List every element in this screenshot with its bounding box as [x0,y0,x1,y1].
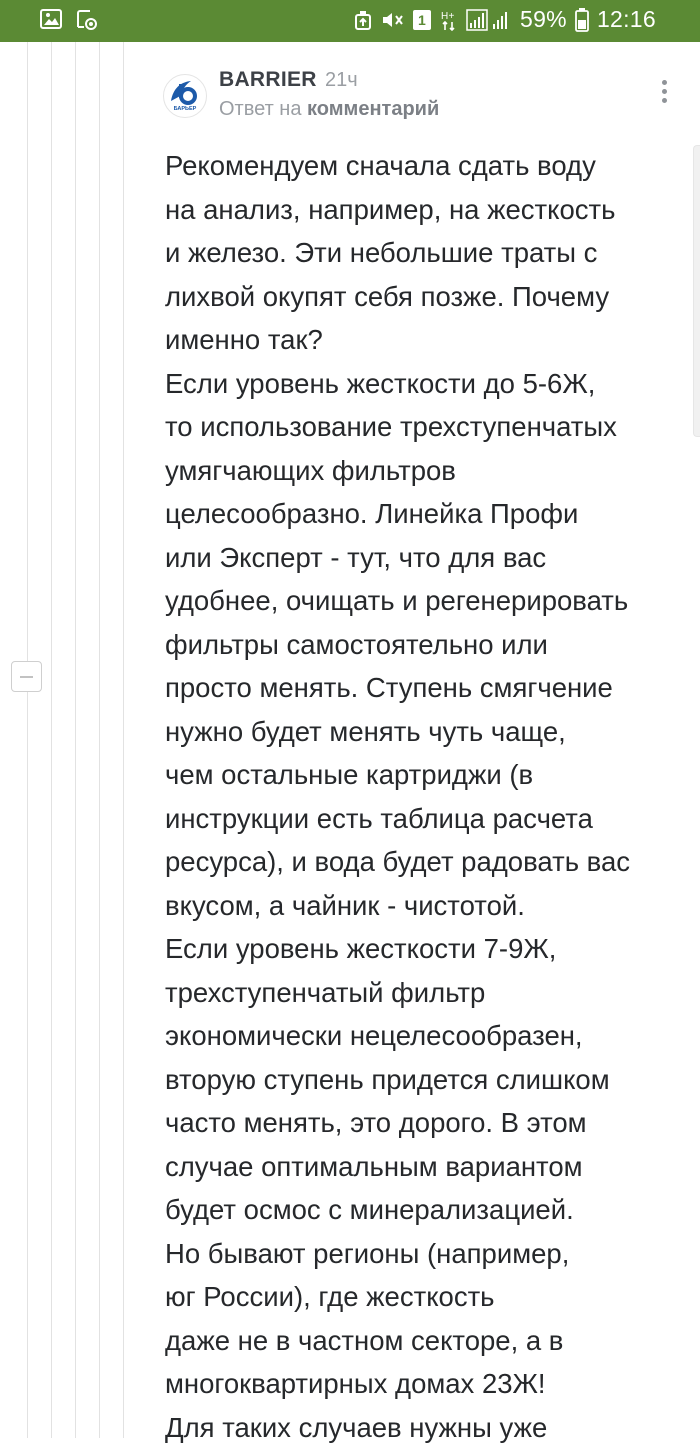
comment-text-line: лихвой окупят себя позже. Почему [165,275,685,319]
comment-text-line: вкусом, а чайник - чистотой. [165,884,685,928]
comment-text-line: и железо. Эти небольшие траты с [165,231,685,275]
battery-icon [575,8,589,32]
svg-text:1: 1 [418,12,426,28]
comment-text-line: или Эксперт - тут, что для вас [165,536,685,580]
comment-text-line: инструкции есть таблица расчета [165,797,685,841]
sim-icon: 1 [412,9,432,31]
avatar-logo[interactable]: БАРЬЕР [163,74,207,118]
comment-text-line: случае оптимальным вариантом [165,1145,685,1189]
screenshot-icon [76,9,98,31]
comment-text-line: Для таких случаев нужны уже [165,1406,685,1449]
comment-text-line: вторую ступень придется слишком [165,1058,685,1102]
signal-icon [466,9,512,31]
comment-text-line: то использование трехступенчатых [165,405,685,449]
comment-text-line: удобнее, очищать и регенерировать [165,579,685,623]
more-menu-icon[interactable] [658,80,670,108]
comment-text-line: юг России), где жесткость [165,1275,685,1319]
battery-percent: 59% [520,6,567,33]
status-bar-left [40,9,98,31]
comment-text-line: чем остальные картриджи (в [165,753,685,797]
comment-text-line: Если уровень жесткости до 5-6Ж, [165,362,685,406]
reply-target[interactable]: комментарий [307,98,439,120]
mute-icon [380,9,404,31]
collapse-thread-icon[interactable] [11,661,42,692]
comment-text-line: будет осмос с минерализацией. [165,1188,685,1232]
thread-indent-line [123,42,124,1438]
reply-prefix: Ответ на [219,98,301,120]
comment-text-line: трехступенчатый фильтр [165,971,685,1015]
svg-text:БАРЬЕР: БАРЬЕР [174,106,197,112]
scroll-indicator[interactable] [693,145,700,437]
network-icon: H+ [440,9,458,31]
comment-text-line: даже не в частном секторе, а в [165,1319,685,1363]
comment-text-line: Рекомендуем сначала сдать воду [165,144,685,188]
comment-text-line: именно так? [165,318,685,362]
thread-indent-line [51,42,52,1438]
comment-text-line: умягчающих фильтров [165,449,685,493]
svg-text:H+: H+ [441,11,455,22]
thread-indent-line [75,42,76,1438]
comment-author[interactable]: BARRIER [219,68,317,92]
status-bar: 1 H+ 59% [0,0,700,42]
comment-text-line: просто менять. Ступень смягчение [165,666,685,710]
comment-body: Рекомендуем сначала сдать водуна анализ,… [165,144,685,1449]
comment-text-line: Но бывают регионы (например, [165,1232,685,1276]
clock: 12:16 [597,6,656,33]
comment-age: 21ч [325,69,358,92]
comment-text-line: нужно будет менять чуть чаще, [165,710,685,754]
data-saver-icon [354,9,372,31]
comment-text-line: на анализ, например, на жесткость [165,188,685,232]
comment-text-line: экономически нецелесообразен, [165,1014,685,1058]
status-bar-right: 1 H+ 59% [354,6,656,33]
comment-text-line: ресурса), и вода будет радовать вас [165,840,685,884]
comment-text-line: целесообразно. Линейка Профи [165,492,685,536]
reply-reference[interactable]: Ответ на комментарий [219,98,439,121]
comment-text-line: многоквартирных домах 23Ж! [165,1362,685,1406]
thread-indent-line [99,42,100,1438]
comment-text-line: фильтры самостоятельно или [165,623,685,667]
gallery-icon [40,9,62,31]
thread-indent-line [27,42,28,1438]
comment-text-line: часто менять, это дорого. В этом [165,1101,685,1145]
comment-text-line: Если уровень жесткости 7-9Ж, [165,927,685,971]
